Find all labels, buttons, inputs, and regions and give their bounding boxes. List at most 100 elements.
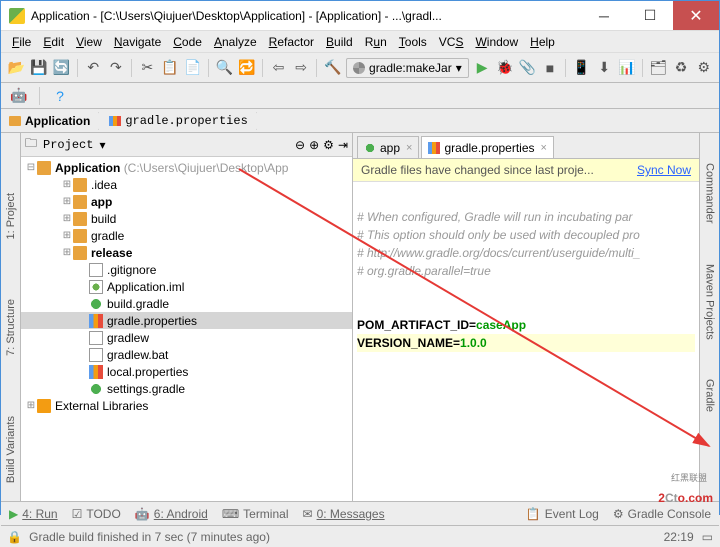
app-icon	[9, 8, 25, 24]
tool-structure[interactable]: 7: Structure	[5, 299, 17, 356]
panel-title: Project	[43, 138, 93, 152]
monitor-icon[interactable]: 📊	[618, 58, 637, 78]
editor-area: app× gradle.properties× Gradle files hav…	[353, 133, 699, 501]
titlebar: Application - [C:\Users\Qiujuer\Desktop\…	[1, 1, 719, 31]
menu-edit[interactable]: Edit	[38, 33, 69, 51]
avd-icon[interactable]: 📱	[572, 58, 591, 78]
menu-file[interactable]: File	[7, 33, 36, 51]
menu-code[interactable]: Code	[168, 33, 207, 51]
project-panel: 🗀 Project ▾ ⊖ ⊕ ⚙ ⇥ ⊟ Application (C:\Us…	[21, 133, 353, 501]
undo-icon[interactable]: ↶	[84, 58, 103, 78]
run-icon[interactable]: ▶	[473, 58, 492, 78]
tree-item[interactable]: ⊞build	[21, 210, 352, 227]
right-tool-stripe: Commander Maven Projects Gradle	[699, 133, 719, 501]
crumb-root[interactable]: Application	[5, 112, 99, 130]
replace-icon[interactable]: 🔁	[238, 58, 257, 78]
sync2-icon[interactable]: ♻	[672, 58, 691, 78]
android-icon[interactable]: 🤖	[9, 86, 29, 106]
tree-item[interactable]: Application.iml	[21, 278, 352, 295]
crumb-file[interactable]: gradle.properties	[105, 112, 256, 130]
tool-build-variants[interactable]: Build Variants	[5, 416, 17, 483]
menu-vcs[interactable]: VCS	[434, 33, 469, 51]
menu-view[interactable]: View	[71, 33, 107, 51]
close-icon[interactable]: ×	[406, 142, 412, 154]
tab-app[interactable]: app×	[357, 136, 419, 158]
status-bar: 🔒 Gradle build finished in 7 sec (7 minu…	[1, 525, 719, 547]
tool-gradle[interactable]: Gradle	[704, 379, 716, 412]
forward-icon[interactable]: ⇨	[292, 58, 311, 78]
stop-icon[interactable]: ■	[541, 58, 560, 78]
tree-item[interactable]: ⊞release	[21, 244, 352, 261]
editor-tabs: app× gradle.properties×	[353, 133, 699, 159]
status-lock-icon[interactable]: 🔒	[7, 530, 22, 544]
menu-refactor[interactable]: Refactor	[264, 33, 319, 51]
maximize-button[interactable]: ☐	[627, 1, 673, 30]
tree-item[interactable]: gradle.properties	[21, 312, 352, 329]
gear-icon[interactable]: ⚙	[323, 138, 334, 152]
menu-navigate[interactable]: Navigate	[109, 33, 166, 51]
menu-run[interactable]: Run	[360, 33, 392, 51]
attach-icon[interactable]: 📎	[518, 58, 537, 78]
back-icon[interactable]: ⇦	[269, 58, 288, 78]
menubar: File Edit View Navigate Code Analyze Ref…	[1, 31, 719, 53]
help-icon[interactable]: ?	[50, 86, 70, 106]
copy-icon[interactable]: 📋	[161, 58, 180, 78]
run-config-combo[interactable]: gradle:makeJar ▾	[346, 58, 469, 78]
menu-window[interactable]: Window	[470, 33, 523, 51]
secondary-toolbar: 🤖 ?	[1, 83, 719, 109]
tool-project[interactable]: 1: Project	[5, 193, 17, 239]
tool-terminal[interactable]: ⌨Terminal	[222, 507, 289, 521]
close-icon[interactable]: ×	[541, 142, 547, 154]
target-icon[interactable]: ⊕	[309, 138, 319, 152]
tree-item[interactable]: settings.gradle	[21, 380, 352, 397]
make-icon[interactable]: 🔨	[323, 58, 342, 78]
tree-item[interactable]: gradlew	[21, 329, 352, 346]
close-button[interactable]: ✕	[673, 1, 719, 30]
open-icon[interactable]: 📂	[7, 58, 26, 78]
panel-dropdown[interactable]: ▾	[99, 138, 105, 152]
tool-gradle-console[interactable]: ⚙Gradle Console	[613, 507, 711, 521]
tool-android[interactable]: 🤖6: Android	[135, 507, 208, 521]
tree-item[interactable]: ⊞.idea	[21, 176, 352, 193]
tree-item[interactable]: build.gradle	[21, 295, 352, 312]
collapse-icon[interactable]: ⊖	[295, 138, 305, 152]
watermark-small: 红黑联盟	[671, 471, 707, 484]
hide-icon[interactable]: ⇥	[338, 138, 348, 152]
tool-messages[interactable]: ✉0: Messages	[303, 507, 385, 521]
tree-item[interactable]: gradlew.bat	[21, 346, 352, 363]
structure-icon[interactable]: 🗂	[649, 58, 668, 78]
panel-icon: 🗀	[25, 134, 37, 155]
minimize-button[interactable]: ─	[581, 1, 627, 30]
code-editor[interactable]: # When configured, Gradle will run in in…	[353, 182, 699, 501]
tree-item[interactable]: ⊞gradle	[21, 227, 352, 244]
menu-analyze[interactable]: Analyze	[209, 33, 262, 51]
tab-gradle-properties[interactable]: gradle.properties×	[421, 136, 554, 158]
debug-icon[interactable]: 🐞	[495, 58, 514, 78]
project-tree[interactable]: ⊟ Application (C:\Users\Qiujuer\Desktop\…	[21, 157, 352, 501]
tool-run[interactable]: ▶4: Run	[9, 507, 58, 521]
sync-icon[interactable]: 🔄	[52, 58, 71, 78]
menu-build[interactable]: Build	[321, 33, 358, 51]
main-toolbar: 📂 💾 🔄 ↶ ↷ ✂ 📋 📄 🔍 🔁 ⇦ ⇨ 🔨 gradle:makeJar…	[1, 53, 719, 83]
bottom-tool-stripe: ▶4: Run ☑TODO 🤖6: Android ⌨Terminal ✉0: …	[1, 501, 719, 525]
tool-maven[interactable]: Maven Projects	[704, 264, 716, 340]
save-icon[interactable]: 💾	[30, 58, 49, 78]
status-message: Gradle build finished in 7 sec (7 minute…	[29, 530, 270, 544]
paste-icon[interactable]: 📄	[183, 58, 202, 78]
tool-event-log[interactable]: 📋Event Log	[526, 507, 599, 521]
cut-icon[interactable]: ✂	[138, 58, 157, 78]
tree-item[interactable]: .gitignore	[21, 261, 352, 278]
menu-help[interactable]: Help	[525, 33, 560, 51]
redo-icon[interactable]: ↷	[107, 58, 126, 78]
find-icon[interactable]: 🔍	[215, 58, 234, 78]
tree-ext-lib[interactable]: ⊞ External Libraries	[21, 397, 352, 414]
sdk-icon[interactable]: ⬇	[595, 58, 614, 78]
tree-item[interactable]: local.properties	[21, 363, 352, 380]
sync-now-link[interactable]: Sync Now	[637, 163, 691, 177]
tree-item[interactable]: ⊞app	[21, 193, 352, 210]
tool-commander[interactable]: Commander	[704, 163, 716, 224]
settings-icon[interactable]: ⚙	[694, 58, 713, 78]
tree-root[interactable]: ⊟ Application (C:\Users\Qiujuer\Desktop\…	[21, 159, 352, 176]
tool-todo[interactable]: ☑TODO	[72, 507, 121, 521]
menu-tools[interactable]: Tools	[394, 33, 432, 51]
